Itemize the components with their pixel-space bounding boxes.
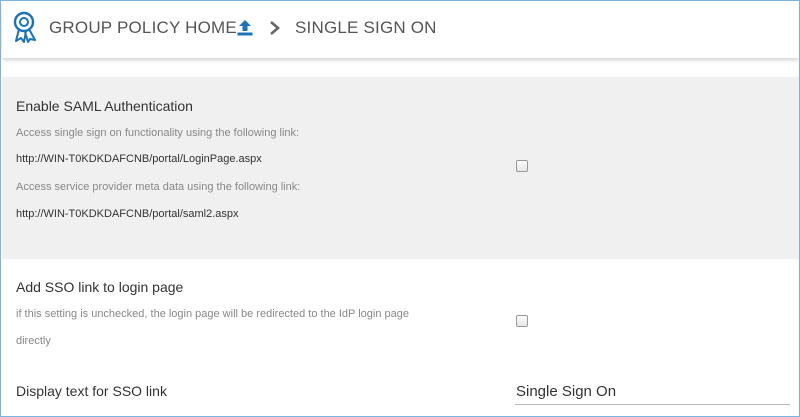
app-window: GROUP POLICY HOME SINGLE SIGN ON Enable … (0, 0, 800, 417)
sso-display-text-input[interactable] (515, 379, 790, 405)
ribbon-badge-icon[interactable] (11, 11, 41, 43)
sso-link-description: Access single sign on functionality usin… (16, 127, 300, 139)
sso-link-setting-description-cont: directly (16, 335, 51, 347)
saml-setting-section: Enable SAML Authentication Access single… (2, 77, 799, 259)
breadcrumb-home-link[interactable]: GROUP POLICY HOME (49, 18, 237, 38)
add-sso-link-checkbox[interactable] (516, 315, 528, 327)
sso-link-setting-title: Add SSO link to login page (16, 279, 184, 295)
display-text-section: Display text for SSO link (2, 363, 799, 416)
header-bar: GROUP POLICY HOME SINGLE SIGN ON (2, 2, 799, 58)
sso-link-setting-description: if this setting is unchecked, the login … (16, 308, 409, 320)
upload-icon[interactable] (236, 19, 254, 37)
sso-login-url: http://WIN-T0KDKDAFCNB/portal/LoginPage.… (16, 153, 262, 165)
breadcrumb-current-page: SINGLE SIGN ON (295, 18, 437, 37)
saml-setting-title: Enable SAML Authentication (16, 98, 193, 114)
display-text-label: Display text for SSO link (16, 383, 167, 399)
enable-saml-checkbox[interactable] (516, 160, 528, 172)
sso-link-setting-section: Add SSO link to login page if this setti… (2, 259, 799, 363)
chevron-right-icon (270, 21, 280, 35)
metadata-link-description: Access service provider meta data using … (16, 181, 301, 193)
metadata-url: http://WIN-T0KDKDAFCNB/portal/saml2.aspx (16, 208, 239, 220)
